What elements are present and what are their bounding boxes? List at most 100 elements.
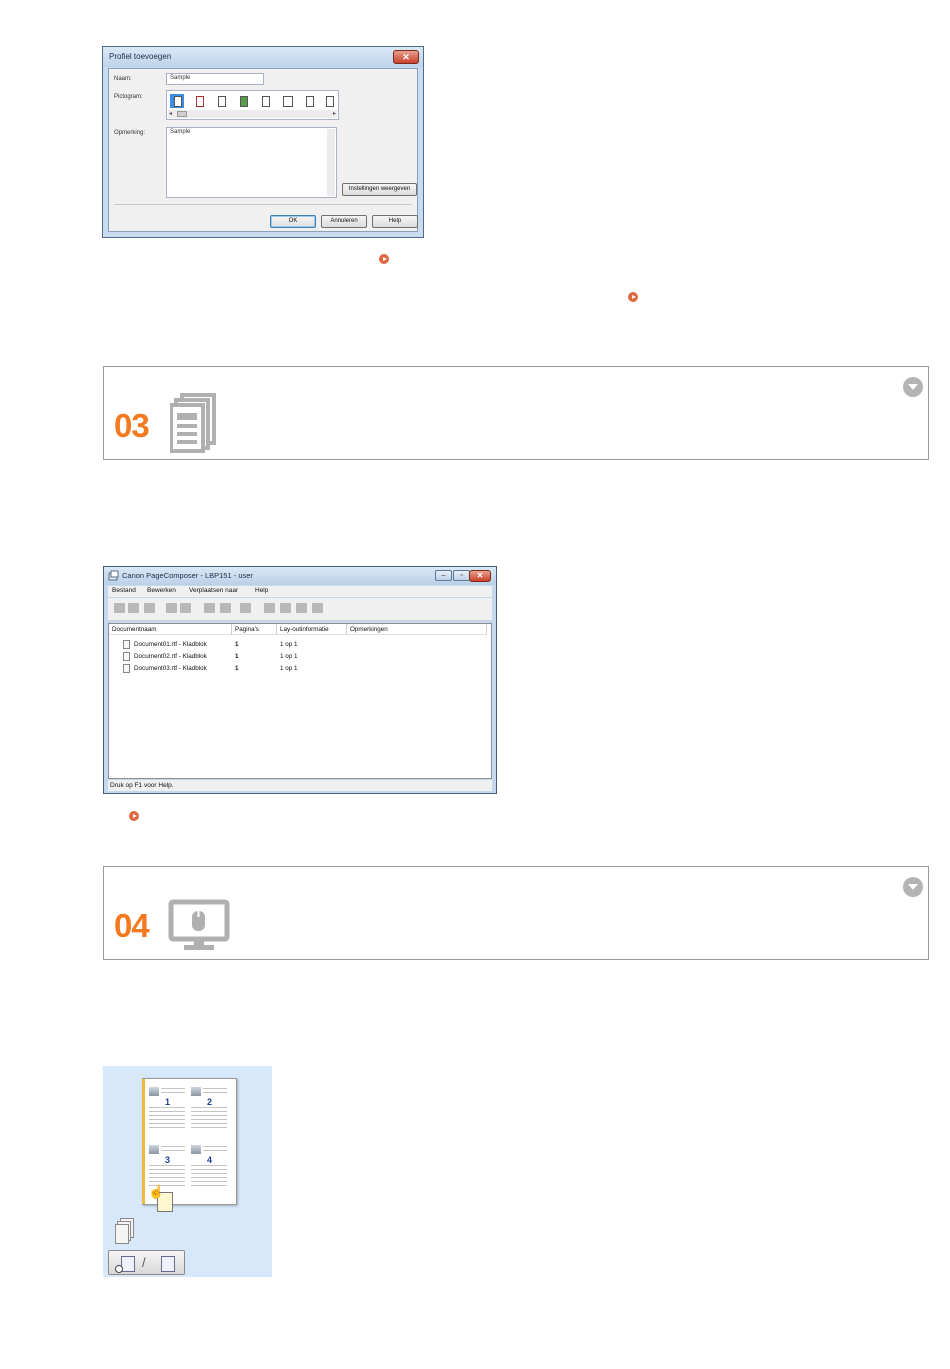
comment-label: Opmerking: bbox=[114, 130, 146, 136]
step-04-header[interactable]: 04 bbox=[103, 866, 929, 960]
table-row[interactable]: Document01.rtf - Kladblok 1 1 op 1 bbox=[109, 639, 491, 651]
separate-icon[interactable] bbox=[220, 603, 231, 613]
dialog-titlebar: Profiel toevoegen ✕ bbox=[103, 47, 423, 67]
pages-stack-small-icon bbox=[115, 1218, 134, 1244]
binding-toolbar: / bbox=[108, 1250, 185, 1275]
minimize-icon[interactable]: – bbox=[435, 570, 452, 581]
layout-info: 1 op 1 bbox=[280, 665, 298, 672]
layout-info: 1 op 1 bbox=[280, 653, 298, 660]
chevron-down-icon[interactable] bbox=[903, 877, 923, 897]
photo-icon[interactable] bbox=[236, 94, 250, 108]
window-title: Canon PageComposer - LBP151 - user bbox=[122, 571, 253, 580]
name-field[interactable]: Sample bbox=[166, 73, 264, 85]
add-profile-dialog: Profiel toevoegen ✕ Naam: Sample Pictogr… bbox=[102, 46, 424, 238]
comment-scrollbar[interactable] bbox=[327, 129, 335, 196]
toolbar bbox=[108, 598, 492, 621]
monitor-mouse-icon bbox=[168, 899, 230, 950]
table-row[interactable]: Document02.rtf - Kladblok 1 1 op 1 bbox=[109, 651, 491, 663]
page-thumbnail[interactable]: 4 bbox=[189, 1141, 229, 1193]
binding-edge bbox=[142, 1079, 145, 1204]
step-number: 04 bbox=[114, 907, 150, 944]
doc-icon[interactable] bbox=[170, 94, 184, 108]
document-name: Document02.rtf - Kladblok bbox=[134, 653, 207, 660]
column-header-layout[interactable]: Lay-outinformatie bbox=[277, 624, 347, 635]
document-settings-icon[interactable] bbox=[144, 603, 155, 613]
print-icon[interactable] bbox=[114, 603, 125, 613]
scroll-left-icon[interactable]: ◂ bbox=[169, 110, 172, 118]
document-name: Document03.rtf - Kladblok bbox=[134, 665, 207, 672]
page-count: 1 bbox=[235, 653, 239, 660]
link-arrow-icon[interactable] bbox=[129, 811, 139, 821]
document-icon bbox=[123, 652, 130, 661]
menu-verplaatsen-naar[interactable]: Verplaatsen naar bbox=[189, 587, 238, 594]
scroll-thumb[interactable] bbox=[177, 111, 187, 117]
layout-info: 1 op 1 bbox=[280, 641, 298, 648]
comment-field[interactable]: Sample bbox=[166, 127, 337, 198]
page-number: 1 bbox=[165, 1097, 171, 1107]
binding-left-icon[interactable] bbox=[121, 1256, 135, 1272]
app-icon bbox=[108, 570, 119, 581]
comment-text: Sample bbox=[170, 129, 191, 135]
help-button[interactable]: Help bbox=[372, 215, 418, 228]
booklet-icon[interactable] bbox=[280, 94, 294, 108]
pages-stack-icon bbox=[170, 393, 216, 453]
properties-icon[interactable] bbox=[240, 603, 251, 613]
column-header-pages[interactable]: Pagina's bbox=[232, 624, 277, 635]
move-down-icon[interactable] bbox=[296, 603, 307, 613]
table-row[interactable]: Document03.rtf - Kladblok 1 1 op 1 bbox=[109, 663, 491, 675]
menu-bestand[interactable]: Bestand bbox=[112, 587, 136, 594]
page-number: 2 bbox=[207, 1097, 213, 1107]
page-thumbnail[interactable]: 1 bbox=[147, 1083, 187, 1135]
link-arrow-icon[interactable] bbox=[628, 292, 638, 302]
column-header-comments[interactable]: Opmerkingen bbox=[347, 624, 487, 635]
document-list[interactable]: Documentnaam Pagina's Lay-outinformatie … bbox=[108, 623, 492, 779]
layout-preview: 1 2 3 4 ☝ / bbox=[103, 1066, 272, 1277]
menu-bewerken[interactable]: Bewerken bbox=[147, 587, 176, 594]
dialog-title: Profiel toevoegen bbox=[109, 52, 172, 61]
document-name: Document01.rtf - Kladblok bbox=[134, 641, 207, 648]
print-preview-icon[interactable] bbox=[128, 603, 139, 613]
move-bottom-icon[interactable] bbox=[312, 603, 323, 613]
cancel-button[interactable]: Annuleren bbox=[321, 215, 367, 228]
maximize-icon[interactable]: ▫ bbox=[453, 570, 470, 581]
doc-portrait-icon[interactable] bbox=[258, 94, 272, 108]
pictogram-scrollbar[interactable]: ◂ ▸ bbox=[168, 110, 337, 118]
window-close-icon[interactable]: ✕ bbox=[469, 570, 491, 582]
pictogram-label: Pictogram: bbox=[114, 94, 143, 100]
menu-help[interactable]: Help bbox=[255, 587, 268, 594]
page-count: 1 bbox=[235, 641, 239, 648]
page-count: 1 bbox=[235, 665, 239, 672]
page-number: 3 bbox=[165, 1155, 171, 1165]
status-bar: Druk op F1 voor Help. bbox=[108, 780, 492, 791]
link-arrow-icon[interactable] bbox=[379, 254, 389, 264]
page-composer-window: Canon PageComposer - LBP151 - user – ▫ ✕… bbox=[103, 566, 497, 794]
move-top-icon[interactable] bbox=[264, 603, 275, 613]
page-thumbnail[interactable]: 2 bbox=[189, 1083, 229, 1135]
step-number: 03 bbox=[114, 407, 150, 444]
binding-right-icon[interactable] bbox=[161, 1256, 175, 1272]
scroll-right-icon[interactable]: ▸ bbox=[333, 110, 336, 118]
chevron-down-icon[interactable] bbox=[903, 377, 923, 397]
name-label: Naam: bbox=[114, 76, 132, 82]
dialog-client-area: Naam: Sample Pictogram: ◂ ▸ Opmerking: S… bbox=[108, 68, 418, 232]
pictogram-list[interactable]: ◂ ▸ bbox=[166, 90, 339, 120]
show-settings-button[interactable]: Instellingen weergeven bbox=[342, 183, 417, 196]
duplicate-icon[interactable] bbox=[180, 603, 191, 613]
doc-edit-icon[interactable] bbox=[302, 94, 316, 108]
close-button[interactable]: ✕ bbox=[393, 50, 419, 64]
hand-cursor-icon: ☝ bbox=[148, 1184, 165, 1199]
doc-red-icon[interactable] bbox=[192, 94, 206, 108]
duplex-icon[interactable] bbox=[323, 94, 335, 108]
combine-icon[interactable] bbox=[204, 603, 215, 613]
divider bbox=[114, 204, 412, 205]
delete-icon[interactable] bbox=[166, 603, 177, 613]
move-up-icon[interactable] bbox=[280, 603, 291, 613]
step-03-header[interactable]: 03 bbox=[103, 366, 929, 460]
page-number: 4 bbox=[207, 1155, 213, 1165]
window-titlebar: Canon PageComposer - LBP151 - user – ▫ ✕ bbox=[104, 567, 496, 585]
menu-bar: Bestand Bewerken Verplaatsen naar Help bbox=[108, 586, 492, 597]
doc-cross-icon[interactable] bbox=[214, 94, 228, 108]
column-header-name[interactable]: Documentnaam bbox=[109, 624, 232, 635]
ok-button[interactable]: OK bbox=[270, 215, 316, 228]
document-icon bbox=[123, 640, 130, 649]
